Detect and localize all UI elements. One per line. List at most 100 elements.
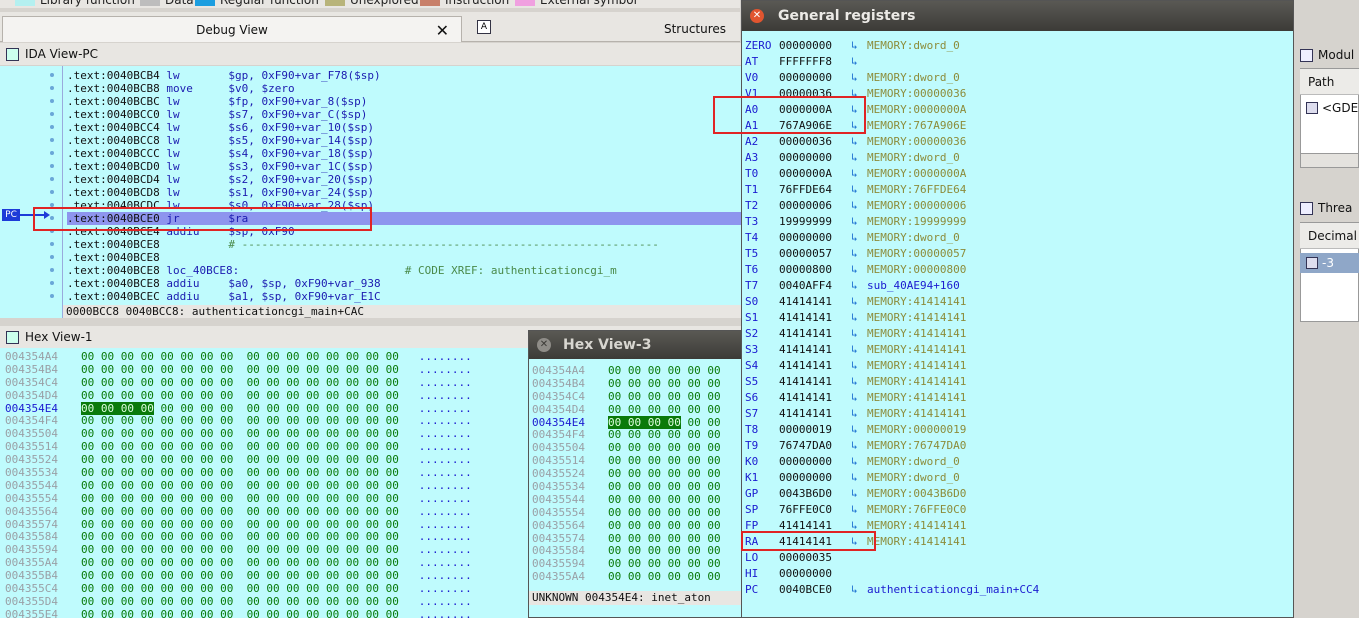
- breakpoint-dot[interactable]: [50, 112, 54, 116]
- register-row[interactable]: K1 00000000 ↳ MEMORY:dword_0: [745, 470, 1039, 486]
- register-value[interactable]: 41414141: [779, 406, 851, 422]
- register-value[interactable]: FFFFFFF8: [779, 54, 851, 70]
- jump-arrow-icon[interactable]: ↳: [851, 390, 867, 406]
- breakpoint-dot[interactable]: [50, 164, 54, 168]
- ida-view-pane[interactable]: PC .text:0040BCB4 lw $gp, 0xF90+var_F78($…: [0, 66, 742, 318]
- breakpoint-dot[interactable]: [50, 242, 54, 246]
- register-row[interactable]: S5 41414141 ↳ MEMORY:41414141: [745, 374, 1039, 390]
- register-value[interactable]: 00000035: [779, 550, 851, 566]
- asm-line[interactable]: .text:0040BCD4 lw $s2, 0xF90+var_20($sp): [67, 173, 742, 186]
- register-value[interactable]: 00000000: [779, 454, 851, 470]
- hex-selected-bytes[interactable]: 00 00 00 00: [608, 415, 681, 429]
- tab-structures[interactable]: Structures: [640, 16, 750, 42]
- breakpoint-dot[interactable]: [50, 268, 54, 272]
- jump-arrow-icon[interactable]: ↳: [851, 342, 867, 358]
- register-row[interactable]: PC 0040BCE0 ↳ authenticationcgi_main+CC4: [745, 582, 1039, 598]
- breakpoint-dot[interactable]: [50, 190, 54, 194]
- register-value[interactable]: 00000006: [779, 198, 851, 214]
- jump-arrow-icon[interactable]: ↳: [851, 358, 867, 374]
- register-value[interactable]: 00000000: [779, 230, 851, 246]
- register-row[interactable]: GP 0043B6D0 ↳ MEMORY:0043B6D0: [745, 486, 1039, 502]
- asm-line[interactable]: .text:0040BCBC lw $fp, 0xF90+var_8($sp): [67, 95, 742, 108]
- register-row[interactable]: T2 00000006 ↳ MEMORY:00000006: [745, 198, 1039, 214]
- register-row[interactable]: T3 19999999 ↳ MEMORY:19999999: [745, 214, 1039, 230]
- hex-view-3-window[interactable]: ✕ Hex View-3 004354A4 00 00 00 00 00 00 00…: [528, 330, 742, 618]
- register-row[interactable]: SP 76FFE0C0 ↳ MEMORY:76FFE0C0: [745, 502, 1039, 518]
- hex-selected-bytes[interactable]: 00 00 00 00: [81, 401, 154, 415]
- asm-line[interactable]: .text:0040BCC4 lw $s6, 0xF90+var_10($sp): [67, 121, 742, 134]
- register-value[interactable]: 0040AFF4: [779, 278, 851, 294]
- modules-scrollbar[interactable]: [1300, 153, 1359, 168]
- breakpoint-dot[interactable]: [50, 294, 54, 298]
- register-row[interactable]: A3 00000000 ↳ MEMORY:dword_0: [745, 150, 1039, 166]
- breakpoint-dot[interactable]: [50, 86, 54, 90]
- hex-view-3-title-bar[interactable]: ✕ Hex View-3: [529, 331, 741, 359]
- register-row[interactable]: T7 0040AFF4 ↳ sub_40AE94+160: [745, 278, 1039, 294]
- register-value[interactable]: 76747DA0: [779, 438, 851, 454]
- breakpoint-dot[interactable]: [50, 255, 54, 259]
- register-row[interactable]: S3 41414141 ↳ MEMORY:41414141: [745, 342, 1039, 358]
- jump-arrow-icon[interactable]: ↳: [851, 134, 867, 150]
- register-row[interactable]: K0 00000000 ↳ MEMORY:dword_0: [745, 454, 1039, 470]
- register-row[interactable]: T5 00000057 ↳ MEMORY:00000057: [745, 246, 1039, 262]
- register-value[interactable]: 41414141: [779, 342, 851, 358]
- register-row[interactable]: S6 41414141 ↳ MEMORY:41414141: [745, 390, 1039, 406]
- jump-arrow-icon[interactable]: ↳: [851, 166, 867, 182]
- jump-arrow-icon[interactable]: ↳: [851, 438, 867, 454]
- asm-line[interactable]: .text:0040BCC0 lw $s7, 0xF90+var_C($sp): [67, 108, 742, 121]
- path-column-header[interactable]: Path: [1300, 69, 1359, 95]
- jump-arrow-icon[interactable]: ↳: [851, 182, 867, 198]
- register-value[interactable]: 00000019: [779, 422, 851, 438]
- register-row[interactable]: HI 00000000: [745, 566, 1039, 582]
- general-registers-window[interactable]: ✕ General registers ZERO 00000000 ↳ MEMORY:…: [741, 0, 1294, 618]
- jump-arrow-icon[interactable]: ↳: [851, 262, 867, 278]
- breakpoint-dot[interactable]: [50, 281, 54, 285]
- register-value[interactable]: 00000000: [779, 566, 851, 582]
- jump-arrow-icon[interactable]: ↳: [851, 198, 867, 214]
- jump-arrow-icon[interactable]: ↳: [851, 422, 867, 438]
- register-value[interactable]: 41414141: [779, 374, 851, 390]
- register-value[interactable]: 0040BCE0: [779, 582, 851, 598]
- register-value[interactable]: 00000000: [779, 470, 851, 486]
- register-row[interactable]: T8 00000019 ↳ MEMORY:00000019: [745, 422, 1039, 438]
- register-value[interactable]: 0043B6D0: [779, 486, 851, 502]
- breakpoint-dot[interactable]: [50, 138, 54, 142]
- register-value[interactable]: 76FFE0C0: [779, 502, 851, 518]
- module-row[interactable]: <GDE: [1300, 98, 1359, 118]
- jump-arrow-icon[interactable]: ↳: [851, 230, 867, 246]
- register-row[interactable]: LO 00000035: [745, 550, 1039, 566]
- register-row[interactable]: S2 41414141 ↳ MEMORY:41414141: [745, 326, 1039, 342]
- asm-line[interactable]: .text:0040BCE8 addiu $a0, $sp, 0xF90+var_…: [67, 277, 742, 290]
- register-value[interactable]: 00000036: [779, 134, 851, 150]
- jump-arrow-icon[interactable]: ↳: [851, 374, 867, 390]
- close-icon[interactable]: ✕: [436, 21, 449, 40]
- thread-row[interactable]: -3: [1300, 253, 1359, 273]
- register-row[interactable]: S7 41414141 ↳ MEMORY:41414141: [745, 406, 1039, 422]
- asm-line[interactable]: .text:0040BCB8 move $v0, $zero: [67, 82, 742, 95]
- jump-arrow-icon[interactable]: ↳: [851, 150, 867, 166]
- registers-title-bar[interactable]: ✕ General registers: [742, 1, 1293, 31]
- asm-line[interactable]: .text:0040BCE8 # -----------------------…: [67, 238, 742, 251]
- asm-line[interactable]: .text:0040BCB4 lw $gp, 0xF90+var_F78($sp): [67, 69, 742, 82]
- close-icon[interactable]: ✕: [537, 338, 551, 352]
- register-value[interactable]: 00000000: [779, 38, 851, 54]
- register-value[interactable]: 41414141: [779, 358, 851, 374]
- register-row[interactable]: S1 41414141 ↳ MEMORY:41414141: [745, 310, 1039, 326]
- register-value[interactable]: 76FFDE64: [779, 182, 851, 198]
- register-row[interactable]: T9 76747DA0 ↳ MEMORY:76747DA0: [745, 438, 1039, 454]
- breakpoint-dot[interactable]: [50, 151, 54, 155]
- jump-arrow-icon[interactable]: ↳: [851, 310, 867, 326]
- jump-arrow-icon[interactable]: ↳: [851, 214, 867, 230]
- register-value[interactable]: 00000800: [779, 262, 851, 278]
- jump-arrow-icon[interactable]: ↳: [851, 246, 867, 262]
- register-row[interactable]: T1 76FFDE64 ↳ MEMORY:76FFDE64: [745, 182, 1039, 198]
- register-value[interactable]: 19999999: [779, 214, 851, 230]
- breakpoint-dot[interactable]: [50, 177, 54, 181]
- disassembly-listing[interactable]: .text:0040BCB4 lw $gp, 0xF90+var_F78($sp)…: [67, 69, 742, 303]
- register-value[interactable]: 41414141: [779, 310, 851, 326]
- register-value[interactable]: 00000000: [779, 150, 851, 166]
- asm-line[interactable]: .text:0040BCD8 lw $s1, 0xF90+var_24($sp): [67, 186, 742, 199]
- asm-line[interactable]: .text:0040BCC8 lw $s5, 0xF90+var_14($sp): [67, 134, 742, 147]
- register-value[interactable]: 0000000A: [779, 166, 851, 182]
- asm-line[interactable]: .text:0040BCD0 lw $s3, 0xF90+var_1C($sp): [67, 160, 742, 173]
